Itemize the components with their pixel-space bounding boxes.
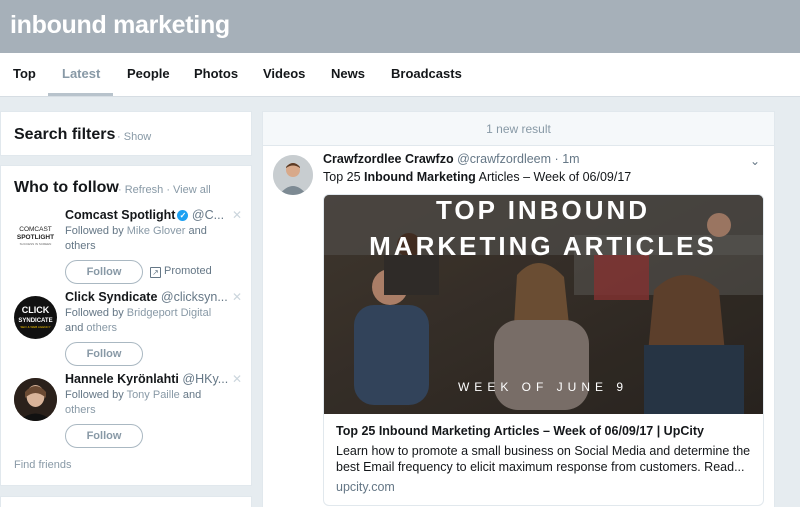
who-to-follow-title: Who to follow (14, 179, 119, 196)
follow-button[interactable]: Follow (65, 424, 143, 448)
card-title[interactable]: Top 25 Inbound Marketing Articles – Week… (336, 424, 704, 438)
avatar[interactable]: CLICK SYNDICATE SEO & WEB AGENCY (14, 296, 57, 339)
tab-broadcasts[interactable]: Broadcasts (391, 66, 462, 81)
search-header: inbound marketing (0, 0, 800, 53)
account-name[interactable]: Click Syndicate @clicksyn... (65, 290, 228, 304)
card-image-title-line-2: MARKETING ARTICLES (369, 231, 717, 261)
card-description: Learn how to promote a small business on… (336, 444, 751, 474)
followed-by-link[interactable]: Tony Paille (127, 389, 180, 401)
avatar[interactable]: COMCAST SPOTLIGHT SUCCESS IN SCREEN (14, 214, 57, 257)
follow-button[interactable]: Follow (65, 260, 143, 284)
svg-text:CLICK: CLICK (22, 305, 50, 315)
followed-by-text: Followed by Mike Glover and others (65, 225, 207, 252)
svg-text:SYNDICATE: SYNDICATE (18, 318, 52, 324)
suggested-account: Hannele Kyrönlahti @HKy... ✕ Followed by… (1, 372, 253, 454)
avatar[interactable] (273, 155, 313, 195)
promoted-icon: ↗ (150, 267, 161, 278)
search-timeline: 1 new result Crawfzordlee Crawfzo @crawf… (262, 111, 775, 507)
close-icon[interactable]: ✕ (232, 290, 242, 304)
close-icon[interactable]: ✕ (232, 208, 242, 222)
card-image-subtitle: WEEK OF JUNE 9 (458, 380, 628, 394)
search-filters-panel: Search filters · Show (0, 111, 252, 156)
account-name[interactable]: Comcast Spotlight ✓ @C... (65, 208, 224, 222)
link-card[interactable]: TOP INBOUND MARKETING ARTICLES WEEK OF J… (323, 194, 764, 506)
followed-by-text: Followed by Tony Paille and others (65, 389, 202, 416)
tab-latest[interactable]: Latest (62, 66, 100, 81)
active-tab-indicator (48, 93, 113, 96)
tweet-author-handle[interactable]: @crawfzordleem (457, 152, 551, 166)
tweet-author-name[interactable]: Crawfzordlee Crawfzo (323, 152, 454, 166)
find-friends-link[interactable]: Find friends (14, 459, 71, 471)
search-filters-show-link[interactable]: · Show (117, 131, 151, 143)
tab-top[interactable]: Top (13, 66, 36, 81)
follow-button[interactable]: Follow (65, 342, 143, 366)
search-query-title: inbound marketing (10, 11, 230, 39)
avatar[interactable] (14, 378, 57, 421)
followed-by-link[interactable]: Mike Glover (127, 225, 186, 237)
trends-panel (0, 496, 252, 507)
card-image[interactable]: TOP INBOUND MARKETING ARTICLES WEEK OF J… (324, 195, 763, 414)
chevron-down-icon[interactable]: ⌄ (750, 154, 760, 168)
card-domain[interactable]: upcity.com (336, 480, 395, 494)
svg-text:SUCCESS IN SCREEN: SUCCESS IN SCREEN (20, 242, 52, 246)
followed-by-link[interactable]: Bridgeport Digital (127, 307, 211, 319)
svg-text:SPOTLIGHT: SPOTLIGHT (17, 234, 54, 241)
suggested-account: COMCAST SPOTLIGHT SUCCESS IN SCREEN Comc… (1, 208, 253, 290)
new-results-bar[interactable]: 1 new result (263, 112, 774, 146)
verified-icon: ✓ (177, 210, 189, 221)
tab-people[interactable]: People (127, 66, 170, 81)
tweet-header: Crawfzordlee Crawfzo @crawfzordleem · 1m (323, 152, 580, 166)
close-icon[interactable]: ✕ (232, 372, 242, 386)
tweet-timestamp[interactable]: 1m (562, 152, 579, 166)
svg-text:COMCAST: COMCAST (19, 226, 52, 233)
card-image-title-line-1: TOP INBOUND (436, 195, 650, 225)
tab-news[interactable]: News (331, 66, 365, 81)
search-tabs: Top Latest People Photos Videos News Bro… (0, 53, 800, 97)
search-filters-title: Search filters (14, 126, 116, 143)
view-all-link[interactable]: View all (173, 184, 211, 196)
tab-videos[interactable]: Videos (263, 66, 305, 81)
followed-by-text: Followed by Bridgeport Digital and others (65, 307, 212, 334)
svg-text:SEO & WEB AGENCY: SEO & WEB AGENCY (20, 325, 50, 329)
refresh-link[interactable]: Refresh (125, 184, 164, 196)
promoted-label: ↗ Promoted (150, 265, 212, 278)
account-name[interactable]: Hannele Kyrönlahti @HKy... (65, 372, 228, 386)
who-to-follow-panel: Who to follow · Refresh · View all COMCA… (0, 165, 252, 486)
tab-photos[interactable]: Photos (194, 66, 238, 81)
tweet-text: Top 25 Inbound Marketing Articles – Week… (323, 170, 632, 184)
suggested-account: CLICK SYNDICATE SEO & WEB AGENCY Click S… (1, 290, 253, 372)
